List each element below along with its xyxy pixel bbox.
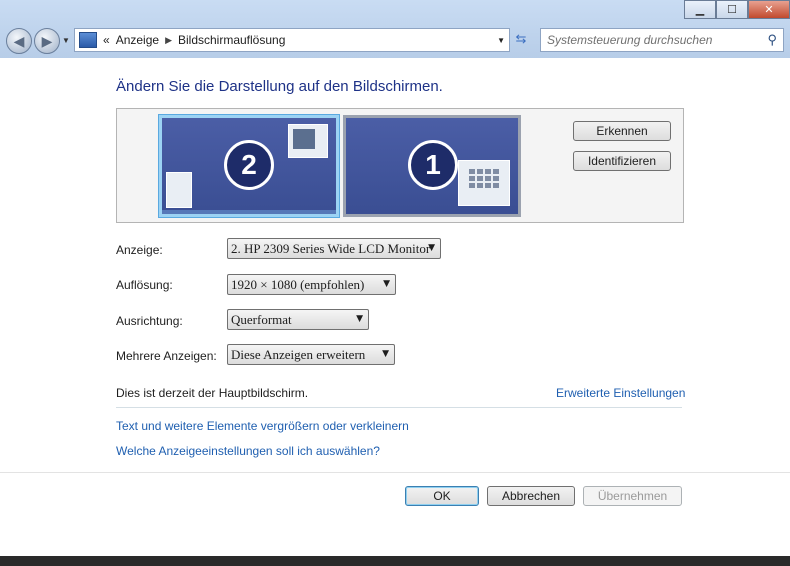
taskbar-preview [162, 210, 336, 214]
orientation-label: Ausrichtung: [116, 314, 183, 328]
recent-pages-dropdown[interactable]: ▼ [62, 36, 70, 45]
main-display-status: Dies ist derzeit der Hauptbildschirm. [116, 386, 309, 400]
breadcrumb-bildschirmaufloesung[interactable]: Bildschirmauflösung [178, 33, 285, 47]
back-button[interactable]: ◀ [6, 28, 32, 54]
text-size-link[interactable]: Text und weitere Elemente vergrößern ode… [116, 419, 409, 433]
chevron-down-icon: ▼ [382, 349, 389, 359]
monitor-arrangement[interactable]: 2 1 Erkennen Identifizieren [116, 108, 684, 223]
forward-button[interactable]: ▶ [34, 28, 60, 54]
address-bar[interactable]: « Anzeige ▶ Bildschirmauflösung ▼ [74, 28, 510, 52]
start-menu-preview-icon [166, 172, 192, 208]
cancel-button[interactable]: Abbrechen [487, 486, 575, 506]
display-select-value: 2. HP 2309 Series Wide LCD Monitor [231, 240, 431, 256]
breadcrumb-anzeige[interactable]: Anzeige [116, 33, 159, 47]
forward-arrow-icon: ▶ [41, 32, 53, 49]
resolution-select[interactable]: 1920 × 1080 (empfohlen) ▼ [227, 274, 396, 295]
control-panel-icon [79, 32, 97, 48]
monitor-number-1: 1 [408, 140, 458, 190]
maximize-button[interactable]: ☐ [716, 0, 748, 19]
address-dropdown-icon[interactable]: ▼ [497, 36, 505, 45]
search-input[interactable]: Systemsteuerung durchsuchen [547, 33, 712, 47]
close-button[interactable]: ✕ [748, 0, 790, 19]
navigation-bar: ◀ ▶ ▼ « Anzeige ▶ Bildschirmauflösung ▼ … [0, 24, 790, 56]
divider [116, 407, 682, 408]
advanced-settings-link[interactable]: Erweiterte Einstellungen [556, 386, 685, 400]
control-panel-window: ▁ ☐ ✕ ◀ ▶ ▼ « Anzeige ▶ Bildschirmauflös… [0, 0, 790, 556]
minimize-button[interactable]: ▁ [684, 0, 716, 19]
resolution-label: Auflösung: [116, 278, 173, 292]
multiple-displays-select-value: Diese Anzeigen erweitern [231, 346, 366, 362]
refresh-icon: ⇆ [515, 31, 527, 46]
monitor-1[interactable]: 1 [343, 115, 521, 217]
identify-button[interactable]: Identifizieren [573, 151, 671, 171]
search-icon[interactable]: ⚲ [767, 32, 777, 48]
apply-button[interactable]: Übernehmen [583, 486, 682, 506]
chevron-down-icon: ▼ [356, 314, 363, 324]
footer-divider [0, 472, 790, 473]
breadcrumb-separator-icon[interactable]: ▶ [165, 35, 172, 46]
address-prefix[interactable]: « [103, 33, 110, 47]
desktop-strip [0, 556, 790, 566]
back-arrow-icon: ◀ [13, 32, 25, 49]
monitor-number-2: 2 [224, 140, 274, 190]
title-bar: ▁ ☐ ✕ [0, 0, 790, 24]
ok-button[interactable]: OK [405, 486, 479, 506]
refresh-button[interactable]: ⇆ [510, 29, 532, 49]
display-settings-help-link[interactable]: Welche Anzeigeeinstellungen soll ich aus… [116, 444, 380, 458]
page-title: Ändern Sie die Darstellung auf den Bilds… [116, 78, 443, 95]
chevron-down-icon: ▼ [428, 243, 435, 253]
search-box[interactable]: Systemsteuerung durchsuchen ⚲ [540, 28, 784, 52]
detect-button[interactable]: Erkennen [573, 121, 671, 141]
window-preview-icon [288, 124, 328, 158]
desktop-icons-preview-icon [458, 160, 510, 206]
display-label: Anzeige: [116, 243, 163, 257]
caption-buttons: ▁ ☐ ✕ [684, 0, 790, 19]
orientation-select-value: Querformat [231, 311, 292, 327]
chevron-down-icon: ▼ [383, 279, 390, 289]
orientation-select[interactable]: Querformat ▼ [227, 309, 369, 330]
multiple-displays-label: Mehrere Anzeigen: [116, 349, 217, 363]
multiple-displays-select[interactable]: Diese Anzeigen erweitern ▼ [227, 344, 395, 365]
display-select[interactable]: 2. HP 2309 Series Wide LCD Monitor ▼ [227, 238, 441, 259]
main-content: Ändern Sie die Darstellung auf den Bilds… [0, 58, 790, 556]
resolution-select-value: 1920 × 1080 (empfohlen) [231, 276, 365, 292]
monitor-2[interactable]: 2 [159, 115, 339, 217]
